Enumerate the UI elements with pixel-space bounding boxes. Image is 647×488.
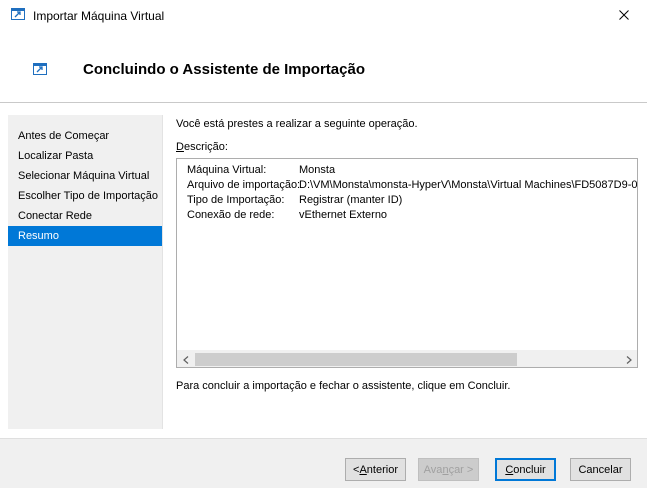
- conclude-instructions: Para concluir a importação e fechar o as…: [176, 380, 511, 392]
- row-key: Conexão de rede:: [187, 209, 275, 221]
- finish-accel: C: [505, 463, 514, 476]
- nav-item-tipo-importacao[interactable]: Escolher Tipo de Importação: [8, 186, 162, 206]
- wizard-footer: < Anterior Ava n çar > Concluir Cancelar: [0, 438, 647, 488]
- nav-item-localizar-pasta[interactable]: Localizar Pasta: [8, 146, 162, 166]
- cancel-button[interactable]: Cancelar: [570, 458, 631, 481]
- intro-text: Você está prestes a realizar a seguinte …: [176, 118, 418, 130]
- close-button[interactable]: [601, 0, 647, 30]
- close-icon: [619, 10, 629, 20]
- chevron-left-icon: [182, 355, 188, 364]
- nav-item-conectar-rede[interactable]: Conectar Rede: [8, 206, 162, 226]
- next-prefix: Ava: [423, 463, 443, 476]
- wizard-steps-nav: Antes de Começar Localizar Pasta Selecio…: [8, 115, 162, 429]
- import-vm-icon: [11, 8, 25, 23]
- description-label-accel: D: [176, 141, 184, 153]
- row-key: Arquivo de importação:: [187, 179, 301, 191]
- divider: [162, 115, 163, 429]
- scroll-left-button[interactable]: [177, 351, 194, 367]
- finish-rest: oncluir: [513, 463, 546, 476]
- scroll-right-button[interactable]: [620, 351, 637, 367]
- back-accel: A: [359, 463, 367, 476]
- wizard-header: Concluindo o Assistente de Importação: [0, 30, 647, 103]
- horizontal-scrollbar[interactable]: [177, 350, 637, 367]
- title-bar: Importar Máquina Virtual: [0, 0, 647, 30]
- row-value: Registrar (manter ID): [299, 194, 403, 206]
- row-key: Máquina Virtual:: [187, 164, 267, 176]
- row-value: vEthernet Externo: [299, 209, 388, 221]
- nav-item-resumo[interactable]: Resumo: [8, 226, 162, 246]
- description-box[interactable]: Máquina Virtual: Monsta Arquivo de impor…: [176, 158, 638, 368]
- wizard-content: Antes de Começar Localizar Pasta Selecio…: [0, 104, 647, 438]
- window-title: Importar Máquina Virtual: [33, 9, 165, 23]
- back-button[interactable]: < Anterior: [345, 458, 406, 481]
- next-button[interactable]: Ava n çar >: [418, 458, 479, 481]
- nav-item-antes-de-comecar[interactable]: Antes de Começar: [8, 126, 162, 146]
- row-value: D:\VM\Monsta\monsta-HyperV\Monsta\Virtua…: [299, 179, 638, 191]
- back-rest: nterior: [366, 463, 398, 476]
- row-value: Monsta: [299, 164, 336, 176]
- import-vm-icon: [33, 63, 47, 78]
- row-key: Tipo de Importação:: [187, 194, 285, 206]
- description-label-rest: escrição:: [183, 141, 228, 153]
- page-title: Concluindo o Assistente de Importação: [83, 61, 365, 78]
- description-label: Descrição:: [176, 141, 228, 153]
- scrollbar-thumb[interactable]: [195, 353, 517, 366]
- finish-button[interactable]: Concluir: [495, 458, 556, 481]
- chevron-right-icon: [626, 355, 632, 364]
- nav-item-selecionar-maquina[interactable]: Selecionar Máquina Virtual: [8, 166, 162, 186]
- next-rest: çar >: [448, 463, 474, 476]
